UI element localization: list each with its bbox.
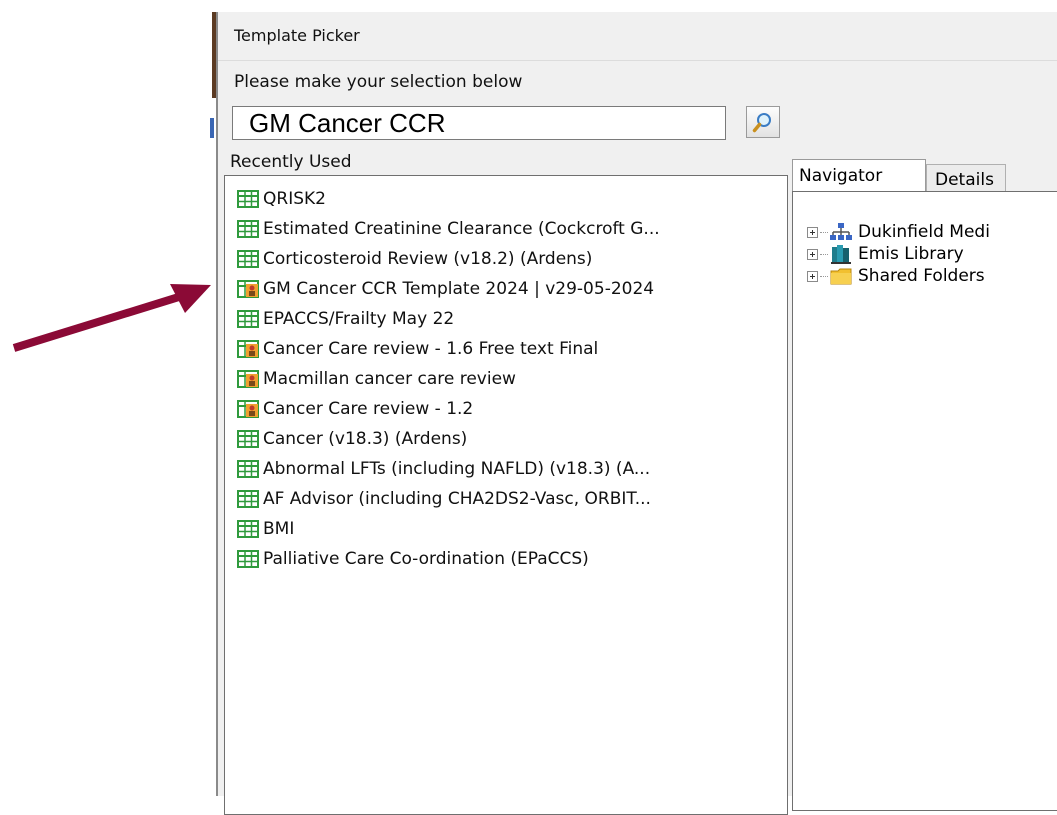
list-item-label: BMI — [263, 519, 295, 539]
selection-prompt: Please make your selection below — [234, 72, 523, 92]
list-item[interactable]: Palliative Care Co-ordination (EPaCCS) — [237, 544, 589, 574]
list-item-label: AF Advisor (including CHA2DS2-Vasc, ORBI… — [263, 489, 651, 509]
search-button[interactable] — [746, 106, 780, 138]
tree-item-label: Shared Folders — [858, 266, 985, 286]
title-divider — [218, 60, 1057, 61]
template-icon — [237, 430, 259, 448]
expand-icon[interactable] — [807, 248, 818, 260]
folder-icon — [830, 268, 852, 285]
list-item-label: Cancer (v18.3) (Ardens) — [263, 429, 468, 449]
tree-connector — [820, 253, 828, 255]
tree-item-label: Dukinfield Medi — [858, 222, 990, 242]
template-icon — [237, 550, 259, 568]
list-item-label: QRISK2 — [263, 189, 326, 209]
list-item[interactable]: BMI — [237, 514, 294, 544]
shared-template-icon — [237, 400, 259, 418]
tab-navigator[interactable]: Navigator — [792, 159, 926, 191]
expand-icon[interactable] — [807, 270, 818, 282]
list-item[interactable]: Cancer (v18.3) (Ardens) — [237, 424, 467, 454]
organisation-icon — [830, 223, 852, 240]
recently-used-list[interactable]: QRISK2 Estimated Creatinine Clearance (C… — [224, 175, 788, 815]
list-item[interactable]: Abnormal LFTs (including NAFLD) (v18.3) … — [237, 454, 650, 484]
list-item[interactable]: AF Advisor (including CHA2DS2-Vasc, ORBI… — [237, 484, 651, 514]
list-item-label: GM Cancer CCR Template 2024 | v29-05-202… — [263, 279, 655, 299]
list-item[interactable]: GM Cancer CCR Template 2024 | v29-05-202… — [237, 274, 654, 304]
list-item-label: Abnormal LFTs (including NAFLD) (v18.3) … — [263, 459, 651, 479]
shared-template-icon — [237, 280, 259, 298]
arrow-icon — [12, 284, 211, 352]
navigator-tree[interactable]: Dukinfield Medi Emis Library Shared Fold… — [792, 191, 1057, 811]
tree-item-label: Emis Library — [858, 244, 964, 264]
list-item-label: Palliative Care Co-ordination (EPaCCS) — [263, 549, 589, 569]
template-icon — [237, 520, 259, 538]
template-icon — [237, 220, 259, 238]
list-item-label: Corticosteroid Review (v18.2) (Ardens) — [263, 249, 593, 269]
list-item-label: Cancer Care review - 1.6 Free text Final — [263, 339, 599, 359]
tab-details[interactable]: Details — [926, 164, 1006, 191]
tree-item-dukinfield[interactable]: Dukinfield Medi — [807, 221, 990, 243]
template-icon — [237, 190, 259, 208]
list-item-label: Cancer Care review - 1.2 — [263, 399, 474, 419]
list-item[interactable]: QRISK2 — [237, 184, 326, 214]
template-icon — [237, 460, 259, 478]
template-picker-dialog: Template Picker Please make your selecti… — [216, 12, 1057, 815]
tree-item-shared-folders[interactable]: Shared Folders — [807, 265, 985, 287]
list-item-label: Estimated Creatinine Clearance (Cockcrof… — [263, 219, 660, 239]
tree-connector — [820, 231, 828, 233]
shared-template-icon — [237, 340, 259, 358]
template-icon — [237, 310, 259, 328]
list-item[interactable]: Corticosteroid Review (v18.2) (Ardens) — [237, 244, 592, 274]
list-item[interactable]: Estimated Creatinine Clearance (Cockcrof… — [237, 214, 660, 244]
template-icon — [237, 250, 259, 268]
library-books-icon — [831, 245, 851, 264]
dialog-title: Template Picker — [234, 26, 360, 45]
list-item[interactable]: Macmillan cancer care review — [237, 364, 516, 394]
list-item-label: EPACCS/Frailty May 22 — [263, 309, 455, 329]
list-item[interactable]: Cancer Care review - 1.2 — [237, 394, 473, 424]
list-item[interactable]: EPACCS/Frailty May 22 — [237, 304, 454, 334]
recently-used-label: Recently Used — [230, 152, 352, 172]
search-icon — [752, 113, 771, 133]
list-item-label: Macmillan cancer care review — [263, 369, 516, 389]
list-item[interactable]: Cancer Care review - 1.6 Free text Final — [237, 334, 598, 364]
tree-item-emis-library[interactable]: Emis Library — [807, 243, 964, 265]
tree-connector — [820, 275, 828, 277]
template-icon — [237, 490, 259, 508]
search-input[interactable] — [232, 106, 726, 140]
expand-icon[interactable] — [807, 226, 818, 238]
shared-template-icon — [237, 370, 259, 388]
